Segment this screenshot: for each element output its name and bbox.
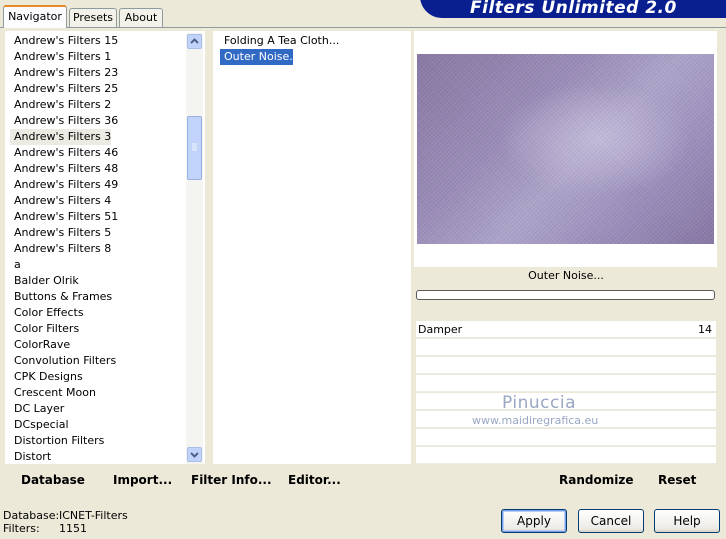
help-button[interactable]: Help [654, 509, 720, 533]
category-item[interactable]: Andrew's Filters 4 [10, 193, 111, 209]
filter-list[interactable]: Folding A Tea Cloth... Outer Noise... [213, 31, 411, 464]
category-item[interactable]: a [10, 257, 21, 273]
database-value: ICNET-Filters [59, 509, 128, 522]
param-row-empty [416, 429, 716, 446]
preview-filter-name: Outer Noise... [528, 269, 604, 282]
banner-title: Filters Unlimited 2.0 [470, 0, 677, 18]
tab-strip-border [0, 27, 726, 28]
category-scrollbar[interactable] [186, 33, 203, 464]
randomize-button[interactable]: Randomize [559, 473, 633, 487]
category-item[interactable]: Convolution Filters [10, 353, 116, 369]
category-item[interactable]: Andrew's Filters 48 [10, 161, 118, 177]
tab-navigator[interactable]: Navigator [3, 5, 67, 28]
param-row[interactable]: Damper 14 [416, 321, 716, 338]
chevron-up-icon [190, 38, 199, 44]
import-button[interactable]: Import... [113, 473, 172, 487]
scroll-down-button[interactable] [187, 447, 202, 462]
cancel-button[interactable]: Cancel [578, 509, 644, 533]
category-item[interactable]: DC Layer [10, 401, 64, 417]
filters-count-value: 1151 [59, 522, 87, 535]
scroll-thumb[interactable] [187, 116, 202, 180]
category-item[interactable]: Andrew's Filters 36 [10, 113, 118, 129]
param-row-empty [416, 447, 716, 464]
category-item[interactable]: Andrew's Filters 8 [10, 241, 111, 257]
category-item[interactable]: Crescent Moon [10, 385, 96, 401]
category-item[interactable]: Andrew's Filters 51 [10, 209, 118, 225]
scroll-up-button[interactable] [187, 34, 202, 49]
category-list[interactable]: Andrew's Filters 15 Andrew's Filters 1 And… [5, 31, 205, 464]
database-label: Database: [3, 509, 60, 522]
category-item[interactable]: Andrew's Filters 25 [10, 81, 118, 97]
editor-button[interactable]: Editor... [288, 473, 341, 487]
filter-info-button[interactable]: Filter Info... [191, 473, 272, 487]
preview-image [417, 54, 714, 244]
filters-count-label: Filters: [3, 522, 40, 535]
category-item[interactable]: Andrew's Filters 5 [10, 225, 111, 241]
param-value: 14 [698, 323, 712, 336]
tab-presets[interactable]: Presets [69, 8, 117, 27]
filter-item[interactable]: Folding A Tea Cloth... [220, 33, 339, 49]
category-item[interactable]: Andrew's Filters 1 [10, 49, 111, 65]
category-item[interactable]: Distortion Filters [10, 433, 104, 449]
tab-about[interactable]: About [119, 8, 163, 27]
category-item[interactable]: Color Effects [10, 305, 84, 321]
category-item[interactable]: Andrew's Filters 23 [10, 65, 118, 81]
category-item[interactable]: Distort [10, 449, 51, 464]
reset-button[interactable]: Reset [658, 473, 696, 487]
param-row-empty [416, 339, 716, 356]
category-item[interactable]: ColorRave [10, 337, 70, 353]
filter-item-selected[interactable]: Outer Noise... [220, 49, 300, 65]
category-item[interactable]: Andrew's Filters 49 [10, 177, 118, 193]
category-item[interactable]: Andrew's Filters 15 [10, 33, 118, 49]
watermark-name: Pinuccia [502, 393, 576, 413]
category-item[interactable]: Balder Olrik [10, 273, 79, 289]
chevron-down-icon [190, 452, 199, 458]
category-item[interactable]: CPK Designs [10, 369, 83, 385]
apply-button[interactable]: Apply [501, 509, 567, 533]
category-item[interactable]: Color Filters [10, 321, 79, 337]
database-button[interactable]: Database [21, 473, 85, 487]
category-item[interactable]: Andrew's Filters 2 [10, 97, 111, 113]
category-item[interactable]: DCspecial [10, 417, 69, 433]
category-item[interactable]: Buttons & Frames [10, 289, 112, 305]
param-row-empty [416, 375, 716, 392]
param-label: Damper [418, 323, 463, 336]
progress-bar [416, 290, 715, 300]
watermark-url: www.maidiregrafica.eu [472, 414, 599, 427]
category-item[interactable]: Andrew's Filters 3 [10, 129, 112, 145]
grip-icon [192, 143, 197, 151]
category-item[interactable]: Andrew's Filters 46 [10, 145, 118, 161]
param-row-empty [416, 357, 716, 374]
